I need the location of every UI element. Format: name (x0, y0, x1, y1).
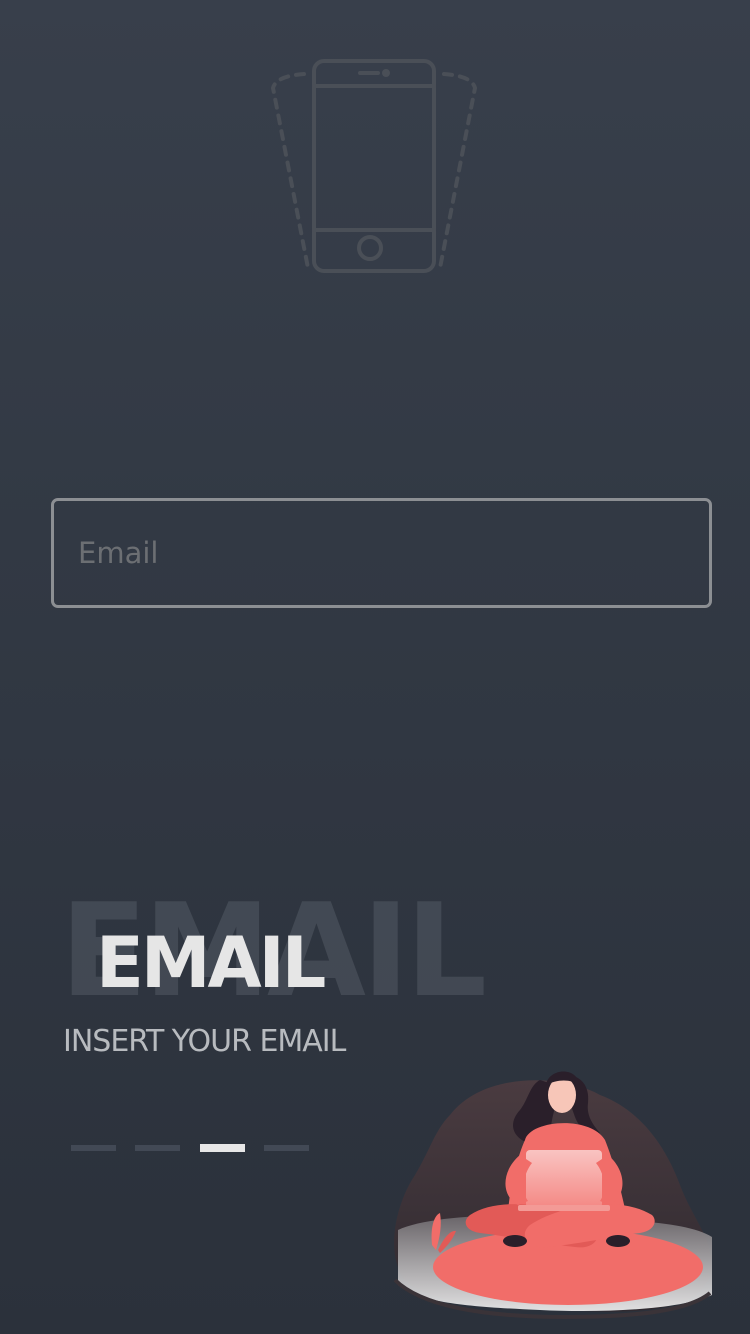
email-field[interactable] (54, 501, 709, 605)
woman-with-laptop-illustration (390, 1055, 720, 1320)
email-field-frame (51, 498, 712, 608)
page-indicator-dot[interactable] (71, 1145, 116, 1151)
page-indicator-dot[interactable] (264, 1145, 309, 1151)
page-indicator-dot-active[interactable] (200, 1144, 245, 1152)
page-indicator-dot[interactable] (135, 1145, 180, 1151)
page-title: EMAIL (96, 922, 326, 1004)
page-subtitle: INSERT YOUR EMAIL (63, 1024, 346, 1059)
phone-shake-icon (268, 58, 480, 278)
